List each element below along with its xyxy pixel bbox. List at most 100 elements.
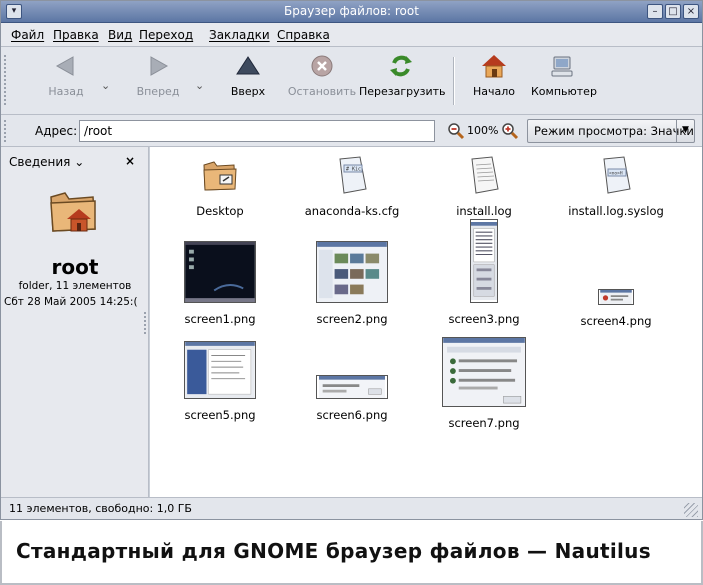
side-pane-close-icon[interactable]: × [125, 154, 135, 168]
figure-caption: Стандартный для GNOME браузер файлов — N… [0, 521, 703, 585]
reload-label: Перезагрузить [359, 85, 446, 98]
file-item[interactable]: screen2.png [282, 241, 422, 326]
folder-info: folder, 11 элементов [18, 280, 132, 292]
folder-date: Сбт 28 Май 2005 14:25:( [4, 296, 138, 308]
file-name: screen6.png [316, 408, 388, 422]
code-file-icon: <no>H [603, 156, 631, 194]
menu-help[interactable]: Справка [277, 28, 330, 42]
computer-button[interactable]: Компьютер [531, 53, 597, 109]
svg-text:# Kic: # Kic [346, 167, 361, 173]
toolbar-separator [453, 57, 455, 105]
file-name: screen3.png [448, 312, 520, 326]
folder-icon [203, 161, 237, 191]
title-bar[interactable]: ▾ Браузер файлов: root – □ × [1, 1, 702, 23]
menu-edit[interactable]: Правка [53, 28, 99, 42]
zoom-out-icon[interactable] [447, 122, 465, 140]
location-grip[interactable] [4, 120, 8, 142]
svg-text:<no>H: <no>H [609, 171, 623, 177]
menu-file[interactable]: Файл [11, 28, 44, 42]
image-thumbnail [442, 337, 526, 407]
image-thumbnail [470, 219, 498, 303]
file-item[interactable]: # Kic anaconda-ks.cfg [282, 155, 422, 218]
up-label: Вверх [230, 85, 266, 98]
location-bar: Адрес: 100% Режим просмотра: Значки ▼ [1, 115, 702, 147]
file-item[interactable]: screen3.png [414, 219, 554, 326]
back-arrow-icon [55, 56, 74, 76]
image-thumbnail [316, 241, 388, 303]
location-input[interactable] [79, 120, 435, 142]
file-name: screen5.png [184, 408, 256, 422]
stop-icon [311, 55, 333, 77]
back-history-chevron-icon[interactable]: ⌄ [101, 79, 110, 92]
file-item[interactable]: Desktop [150, 155, 290, 218]
menu-bookmarks[interactable]: Закладки [209, 28, 270, 42]
chevron-down-icon: ▼ [676, 120, 694, 142]
forward-arrow-icon [150, 56, 169, 76]
up-arrow-icon [236, 56, 260, 75]
close-icon[interactable]: × [683, 4, 699, 19]
window-resize-grip[interactable] [684, 503, 698, 517]
toolbar-grip[interactable] [4, 55, 8, 105]
file-item[interactable]: <no>H install.log.syslog [546, 155, 686, 218]
side-pane: Сведения ⌄ × root folder, 11 элементов С… [1, 147, 149, 497]
status-bar: 11 элементов, свободно: 1,0 ГБ [1, 497, 702, 519]
back-button[interactable]: Назад [39, 53, 93, 109]
reload-button[interactable]: Перезагрузить [359, 53, 446, 109]
image-thumbnail [184, 241, 256, 303]
forward-button[interactable]: Вперед [129, 53, 187, 109]
status-text: 11 элементов, свободно: 1,0 ГБ [9, 502, 192, 515]
file-item[interactable]: screen1.png [150, 241, 290, 326]
zoom-in-icon[interactable] [501, 122, 519, 140]
text-file-icon [471, 156, 499, 194]
menu-go[interactable]: Переход [139, 28, 193, 42]
chevron-down-icon: ⌄ [74, 155, 85, 169]
window-title: Браузер файлов: root [284, 4, 419, 18]
computer-label: Компьютер [531, 85, 597, 98]
stop-label: Остановить [287, 85, 357, 98]
code-file-icon: # Kic [339, 156, 367, 194]
nautilus-window: ▾ Браузер файлов: root – □ × Файл Правка… [0, 0, 703, 520]
side-pane-selector[interactable]: Сведения ⌄ [9, 155, 84, 169]
file-name: anaconda-ks.cfg [304, 204, 400, 218]
view-mode-label: Режим просмотра: Значки [534, 124, 694, 138]
up-button[interactable]: Вверх [223, 53, 273, 109]
image-thumbnail [598, 289, 634, 305]
file-name: install.log [456, 204, 512, 218]
pane-resize-handle[interactable] [144, 312, 148, 334]
caption-text: Стандартный для GNOME браузер файлов — N… [16, 539, 651, 563]
home-icon [482, 55, 506, 78]
file-item[interactable]: install.log [414, 155, 554, 218]
file-name: Desktop [196, 204, 244, 218]
stop-button[interactable]: Остановить [287, 53, 357, 109]
view-mode-select[interactable]: Режим просмотра: Значки ▼ [527, 119, 695, 143]
image-thumbnail [316, 375, 388, 399]
file-item[interactable]: screen5.png [150, 341, 290, 422]
menu-view[interactable]: Вид [108, 28, 132, 42]
forward-history-chevron-icon[interactable]: ⌄ [195, 79, 204, 92]
maximize-icon[interactable]: □ [665, 4, 681, 19]
home-button[interactable]: Начало [469, 53, 519, 109]
file-view: Desktop # Kic anaconda-ks.cfg install.lo… [150, 147, 702, 497]
menubar: Файл Правка Вид Переход Закладки Справка [1, 23, 702, 47]
file-name: install.log.syslog [568, 204, 664, 218]
home-folder-icon [50, 192, 96, 232]
home-label: Начало [472, 85, 515, 98]
reload-icon [390, 55, 412, 77]
file-name: screen7.png [448, 416, 520, 430]
minimize-icon[interactable]: – [647, 4, 663, 19]
image-thumbnail [184, 341, 256, 399]
file-item[interactable]: screen4.png [546, 289, 686, 328]
forward-label: Вперед [136, 85, 180, 98]
file-item[interactable]: screen6.png [282, 375, 422, 422]
computer-icon [551, 56, 573, 77]
zoom-level[interactable]: 100% [467, 124, 498, 137]
folder-name: root [51, 255, 99, 279]
file-item[interactable]: screen7.png [414, 337, 554, 430]
back-label: Назад [48, 85, 84, 98]
file-name: screen2.png [316, 312, 388, 326]
side-pane-title: Сведения [9, 155, 71, 169]
file-name: screen4.png [580, 314, 652, 328]
file-name: screen1.png [184, 312, 256, 326]
toolbar: Назад ⌄ Вперед ⌄ Вверх Остановить Переза… [1, 47, 702, 115]
location-label: Адрес: [35, 124, 78, 138]
